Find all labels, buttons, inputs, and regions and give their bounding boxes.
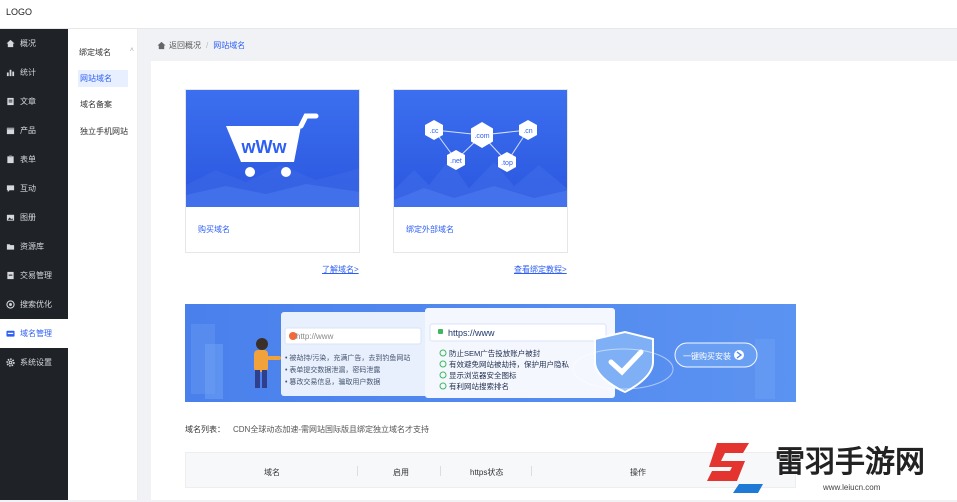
sidebar-item-label: 文章 xyxy=(20,97,36,106)
list-item: 显示浏览器安全图标 xyxy=(449,371,517,380)
learn-domain-link[interactable]: 了解域名> xyxy=(322,264,359,275)
sidebar-item-albums[interactable]: 图册 xyxy=(0,203,68,232)
column-header-actions: 操作 xyxy=(630,468,646,477)
chevron-up-icon: ˄ xyxy=(129,47,134,54)
sidebar: 概况 统计 文章 产品 表单 互动 图册 资源库 交易管理 搜索优化 域名管理 xyxy=(0,29,68,500)
image-icon xyxy=(6,213,15,222)
ssl-promo-banner: http://www • 被劫持/污染，充满广告，去到钓鱼网站 • 表单提交数据… xyxy=(185,304,796,402)
sidebar-item-resources[interactable]: 资源库 xyxy=(0,232,68,261)
bar-chart-icon xyxy=(6,68,15,77)
sidebar-item-label: 系统设置 xyxy=(20,358,52,367)
sidebar-item-label: 产品 xyxy=(20,126,36,135)
subnav-group-bind-domain[interactable]: 绑定域名 ˄ xyxy=(79,47,134,58)
site-watermark: 雷羽手游网 www.leiucn.com xyxy=(703,437,957,500)
domain-list-description: CDN全球动态加速-需网站国际版且绑定独立域名才支持 xyxy=(233,425,429,434)
subnav-item-domain-filing[interactable]: 域名备案 xyxy=(78,96,128,113)
insecure-risk-list: • 被劫持/污染，充满广告，去到钓鱼网站 • 表单提交数据泄漏，密码泄露 • 篡… xyxy=(285,353,410,389)
ssl-benefit-list: 防止SEM广告投放账户被封 有效避免网站被劫持，保护用户隐私 显示浏览器安全图标… xyxy=(449,348,569,392)
sidebar-item-seo[interactable]: 搜索优化 xyxy=(0,290,68,319)
sidebar-item-settings[interactable]: 系统设置 xyxy=(0,348,68,377)
column-divider xyxy=(531,466,532,476)
secure-url-text: https://www xyxy=(448,328,495,338)
breadcrumb-separator: / xyxy=(206,41,209,50)
main-area: 返回概况 / 网站域名 wWw 购买域名 了解域名> .cc .com .cn … xyxy=(139,29,957,500)
folder-icon xyxy=(6,242,15,251)
list-item: • 表单提交数据泄漏，密码泄露 xyxy=(285,367,381,374)
bind-domain-illustration: .cc .com .cn .net .top xyxy=(394,90,567,207)
target-icon xyxy=(6,300,15,309)
bind-external-domain-label: 绑定外部域名 xyxy=(406,225,454,234)
breadcrumb-back-link[interactable]: 返回概况 xyxy=(169,40,201,51)
buy-domain-label: 购买域名 xyxy=(198,225,230,234)
watermark-title: 雷羽手游网 xyxy=(775,445,925,480)
trade-icon xyxy=(6,271,15,280)
breadcrumb: 返回概况 / 网站域名 xyxy=(157,40,245,51)
sidebar-item-label: 互动 xyxy=(20,184,36,193)
subnav-item-website-domain[interactable]: 网站域名 xyxy=(78,70,128,87)
tld-label: .cc xyxy=(430,128,439,135)
tld-label: .top xyxy=(501,160,513,167)
sidebar-item-label: 统计 xyxy=(20,68,36,77)
subnav-group-label: 绑定域名 xyxy=(79,48,111,57)
sidebar-item-statistics[interactable]: 统计 xyxy=(0,58,68,87)
buy-domain-card[interactable]: wWw 购买域名 xyxy=(185,89,360,253)
breadcrumb-current: 网站域名 xyxy=(213,41,246,50)
form-icon xyxy=(6,155,15,164)
insecure-url-text: http://www xyxy=(296,332,334,341)
sidebar-item-articles[interactable]: 文章 xyxy=(0,87,68,116)
tld-label: .net xyxy=(450,158,462,165)
gear-icon xyxy=(6,358,15,367)
content-panel: wWw 购买域名 了解域名> .cc .com .cn .net .top 绑定… xyxy=(151,61,957,500)
list-item: • 篡改交易信息，骗取用户数据 xyxy=(285,379,381,386)
sidebar-item-interaction[interactable]: 互动 xyxy=(0,174,68,203)
tld-label: .com xyxy=(474,133,489,140)
sidebar-item-products[interactable]: 产品 xyxy=(0,116,68,145)
top-bar: LOGO xyxy=(0,0,957,29)
domain-list-title: 域名列表： xyxy=(185,425,225,434)
list-item: 有利网站搜索排名 xyxy=(449,382,509,391)
sidebar-item-label: 概况 xyxy=(20,39,36,48)
www-illustration-text: wWw xyxy=(241,137,288,157)
domain-list-header: 域名列表： CDN全球动态加速-需网站国际版且绑定独立域名才支持 xyxy=(185,424,429,435)
sidebar-item-label: 表单 xyxy=(20,155,36,164)
column-header-enabled: 启用 xyxy=(393,468,409,477)
subnav-item-mobile-site[interactable]: 独立手机网站 xyxy=(78,123,136,140)
sidebar-item-overview[interactable]: 概况 xyxy=(0,29,68,58)
view-binding-tutorial-link[interactable]: 查看绑定教程> xyxy=(514,264,567,275)
chat-icon xyxy=(6,184,15,193)
buy-domain-illustration: wWw xyxy=(186,90,359,207)
sidebar-item-label: 图册 xyxy=(20,213,36,222)
column-divider xyxy=(357,466,358,476)
column-divider xyxy=(440,466,441,476)
sidebar-item-label: 交易管理 xyxy=(20,271,52,280)
sub-navigation: 绑定域名 ˄ 网站域名 域名备案 独立手机网站 xyxy=(68,29,138,500)
list-item: 防止SEM广告投放账户被封 xyxy=(449,349,541,358)
buy-ssl-button[interactable]: 一键购买安装 xyxy=(683,351,731,362)
sidebar-item-forms[interactable]: 表单 xyxy=(0,145,68,174)
document-icon xyxy=(6,97,15,106)
list-item: • 被劫持/污染，充满广告，去到钓鱼网站 xyxy=(285,355,411,362)
sidebar-item-label: 搜索优化 xyxy=(20,300,52,309)
box-icon xyxy=(6,126,15,135)
home-icon xyxy=(157,41,166,50)
bind-external-domain-card[interactable]: .cc .com .cn .net .top 绑定外部域名 xyxy=(393,89,568,253)
tld-label: .cn xyxy=(523,128,532,135)
domain-icon xyxy=(6,329,15,338)
home-icon xyxy=(6,39,15,48)
sidebar-item-trade[interactable]: 交易管理 xyxy=(0,261,68,290)
list-item: 有效避免网站被劫持，保护用户隐私 xyxy=(449,360,569,369)
sidebar-item-label: 资源库 xyxy=(20,242,44,251)
logo[interactable]: LOGO xyxy=(6,7,32,17)
sidebar-item-label: 域名管理 xyxy=(20,329,52,338)
watermark-url: www.leiucn.com xyxy=(822,483,881,492)
column-header-domain: 域名 xyxy=(264,468,280,477)
column-header-https-status: https状态 xyxy=(470,468,504,477)
sidebar-item-domains[interactable]: 域名管理 xyxy=(0,319,68,348)
